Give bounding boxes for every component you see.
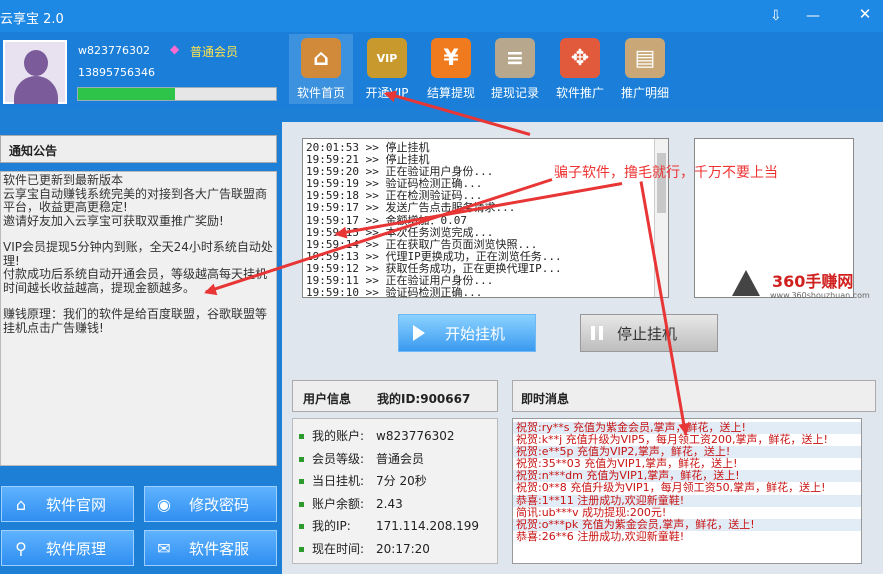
log-line: 19:59:10 >> 验证码检测正确... — [306, 286, 483, 298]
info-value: w823776302 — [376, 429, 455, 443]
notice-paragraph: 软件已更新到最新版本 云享宝自动赚钱系统完美的对接到各大广告联盟商平台，收益更高更… — [3, 173, 268, 228]
nav-label: 软件首页 — [296, 86, 345, 100]
close-icon[interactable]: ✕ — [847, 2, 883, 26]
bullet-icon — [299, 524, 304, 529]
nav-label: 提现记录 — [490, 86, 539, 100]
messages-title: 即时消息 — [521, 392, 570, 406]
info-row: 现在时间: 20:17:20 — [299, 540, 430, 556]
left-panel: 通知公告 软件已更新到最新版本 云享宝自动赚钱系统完美的对接到各大广告联盟商平台，… — [0, 122, 282, 574]
bullet-icon — [299, 434, 304, 439]
start-label: 开始挂机 — [445, 324, 506, 343]
info-row: 我的IP: 171.114.208.199 — [299, 517, 479, 533]
nav-item-3[interactable]: ≡ 提现记录 — [483, 34, 547, 104]
move-arrows-icon: ✥ — [560, 38, 600, 78]
user-info-panel: 我的账户: w823776302 会员等级: 普通会员 当日挂机: 7分 20秒 账户余额:… — [292, 418, 498, 564]
diamond-icon: ◆ — [170, 42, 180, 56]
info-value: 20:17:20 — [376, 541, 430, 556]
title-bar: 云享宝 2.0 ⇩ — ✕ — [0, 0, 883, 32]
eye-icon: ◉ — [157, 494, 171, 514]
notice-title: 通知公告 — [9, 144, 58, 158]
notice-header: 通知公告 — [0, 135, 277, 163]
header: w823776302 13895756346 ◆ 普通会员 ⌂软件首页VIP开通… — [0, 32, 883, 110]
home-icon: ⌂ — [15, 494, 27, 514]
info-label: 会员等级: — [312, 451, 365, 466]
bullet-icon — [299, 479, 304, 484]
start-button[interactable]: 开始挂机 — [398, 314, 536, 352]
bullet-icon — [299, 456, 304, 462]
message-line: 恭喜:1**11 注册成功,欢迎新童鞋! — [513, 494, 861, 507]
avatar — [3, 40, 67, 104]
info-label: 当日挂机: — [312, 474, 365, 488]
user-info-header: 用户信息 我的ID:900667 — [292, 380, 498, 412]
left-button-3[interactable]: ✉ 软件客服 — [144, 530, 277, 566]
nav-label: 软件推广 — [555, 86, 604, 100]
vip-icon: VIP — [367, 38, 407, 78]
log-line: 19:59:17 >> 金额增加：0.07 — [306, 213, 467, 227]
member-level: 普通会员 — [190, 45, 239, 59]
play-icon — [413, 325, 425, 341]
nav-label: 结算提现 — [426, 86, 475, 100]
ad-logo-icon — [732, 270, 760, 296]
message-line: 恭喜:26**6 注册成功,欢迎新童鞋! — [516, 529, 685, 543]
home-icon: ⌂ — [301, 38, 341, 78]
search-icon: ⚲ — [15, 538, 27, 558]
chat-icon: ✉ — [157, 538, 171, 558]
bullet-icon — [299, 546, 304, 552]
window-title: 云享宝 2.0 — [0, 12, 64, 27]
username: w823776302 — [78, 44, 150, 57]
yuan-icon: ¥ — [431, 38, 471, 78]
info-label: 现在时间: — [312, 541, 365, 556]
nav-label: 推广明细 — [620, 86, 669, 100]
left-button-label: 修改密码 — [189, 495, 250, 514]
info-label: 我的IP: — [312, 519, 351, 533]
notice-paragraph: 赚钱原理：我们的软件是给百度联盟，谷歌联盟等挂机点击广告赚钱! — [3, 307, 268, 335]
messages-panel[interactable]: 祝贺:ry**s 充值为紫金会员,掌声，鲜花，送上! 祝贺:k**j 充值升级为V… — [512, 418, 862, 564]
clipboard-icon: ≡ — [495, 38, 535, 78]
phone-number: 13895756346 — [78, 66, 155, 79]
left-button-0[interactable]: ⌂ 软件官网 — [1, 486, 134, 522]
minimize-icon[interactable]: — — [806, 8, 820, 24]
info-row: 会员等级: 普通会员 — [299, 450, 424, 466]
stop-button[interactable]: 停止挂机 — [580, 314, 718, 352]
progress-fill — [78, 88, 176, 100]
bullet-icon — [299, 501, 304, 507]
info-label: 账户余额: — [312, 496, 365, 511]
info-label: 我的账户: — [312, 429, 365, 443]
message-line: 简讯:ub***v 成功提现:200元! — [516, 505, 667, 519]
notice-body: 软件已更新到最新版本 云享宝自动赚钱系统完美的对接到各大广告联盟商平台，收益更高更… — [0, 171, 277, 466]
menu-dropdown-icon[interactable]: ⇩ — [770, 8, 782, 24]
info-row: 当日挂机: 7分 20秒 — [299, 472, 427, 488]
left-button-2[interactable]: ⚲ 软件原理 — [1, 530, 134, 566]
nav-item-0[interactable]: ⌂ 软件首页 — [289, 34, 353, 104]
nav-item-2[interactable]: ¥ 结算提现 — [419, 34, 483, 104]
user-info-title: 用户信息 — [303, 392, 352, 406]
notice-paragraph: VIP会员提现5分钟内到账，全天24小时系统自动处理! 付款成功后系统自动开通会员… — [3, 240, 273, 295]
left-button-label: 软件原理 — [46, 539, 107, 558]
book-icon: ▤ — [625, 38, 665, 78]
pause-icon — [591, 326, 603, 340]
left-button-label: 软件客服 — [189, 539, 250, 558]
user-id: 我的ID:900667 — [377, 392, 471, 406]
ad-brand: 360手赚网 — [772, 272, 854, 291]
info-row: 我的账户: w823776302 — [299, 427, 455, 443]
warning-annotation: 骗子软件，撸毛就行，千万不要上当 — [554, 165, 778, 181]
level-progress-bar — [77, 87, 277, 101]
ad-url: www.360shouzhuan.com — [770, 291, 870, 300]
info-value: 171.114.208.199 — [376, 519, 480, 533]
message-line: 祝贺:0**8 充值升级为VIP1，每月领工资50,掌声，鲜花，送上! — [516, 481, 826, 495]
nav-item-5[interactable]: ▤ 推广明细 — [613, 34, 677, 104]
info-row: 账户余额: 2.43 — [299, 495, 403, 511]
left-button-1[interactable]: ◉ 修改密码 — [144, 486, 277, 522]
info-value: 2.43 — [376, 496, 403, 511]
info-value: 7分 20秒 — [376, 474, 427, 488]
messages-header: 即时消息 — [512, 380, 876, 412]
left-button-label: 软件官网 — [46, 495, 107, 514]
info-value: 普通会员 — [376, 451, 425, 466]
nav-item-4[interactable]: ✥ 软件推广 — [548, 34, 612, 104]
